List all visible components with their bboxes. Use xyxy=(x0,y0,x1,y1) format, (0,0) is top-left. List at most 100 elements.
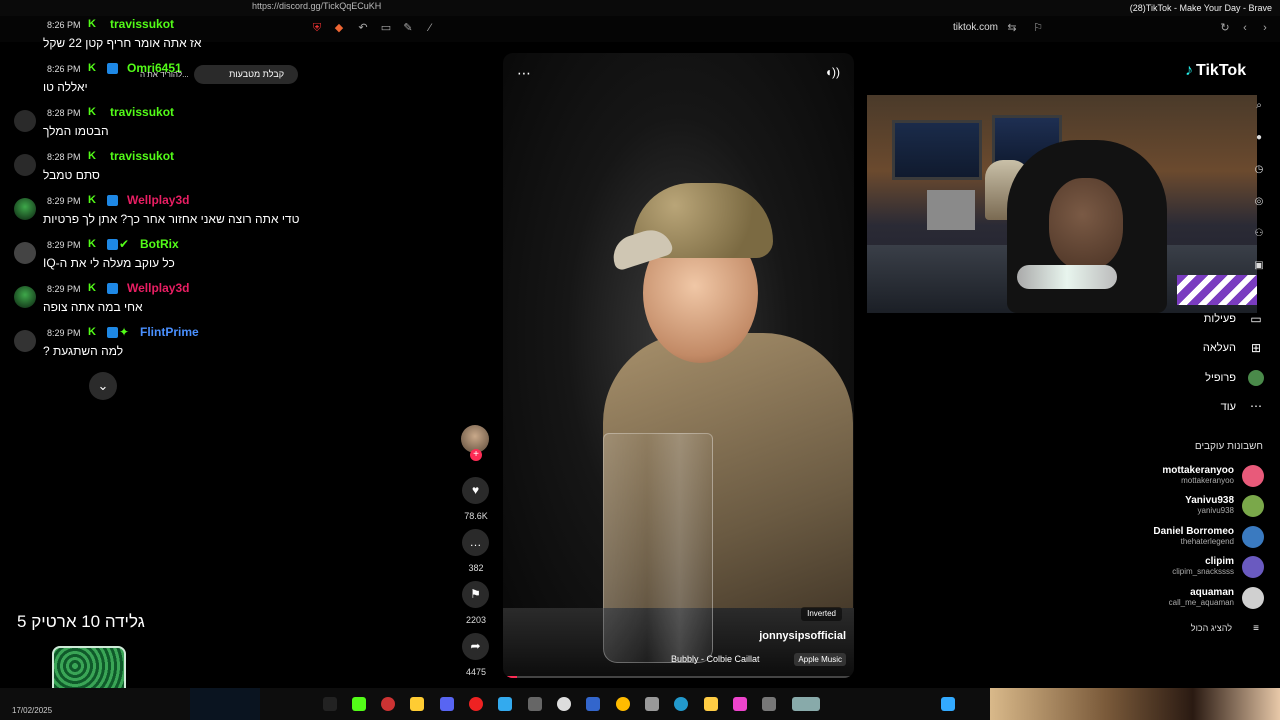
nav-profile[interactable]: פרופיל xyxy=(1205,372,1236,384)
windows-start-icon[interactable] xyxy=(941,697,955,711)
app-icon[interactable] xyxy=(792,697,820,711)
message-text: סתם טמבל xyxy=(43,168,100,182)
volume-icon[interactable]: ◖)) xyxy=(825,65,840,79)
obs-icon[interactable] xyxy=(381,697,395,711)
notification-sub: להוריד את ה... xyxy=(140,70,189,79)
message-text: הבטמו המלך xyxy=(43,124,109,138)
kick-icon: K xyxy=(88,150,96,162)
message-text: אז אתה אומר חריף קטן 22 שקל xyxy=(43,36,202,50)
kick-icon: K xyxy=(88,194,96,206)
scroll-down-button[interactable]: ⌄ xyxy=(89,372,117,400)
account-item[interactable]: mottakeranyoo mottakeranyoo xyxy=(1024,465,1264,493)
striped-cloth xyxy=(1177,275,1257,305)
discord-icon[interactable] xyxy=(440,697,454,711)
message-time: 8:26 PM xyxy=(47,64,81,74)
avatar xyxy=(1242,495,1264,517)
username[interactable]: travissukot xyxy=(110,149,174,163)
subscriber-badge-icon xyxy=(107,195,118,206)
tiktok-logo[interactable]: ♪ TikTok xyxy=(1185,62,1246,80)
kick-icon: K xyxy=(88,18,96,30)
list-icon[interactable]: ≡ xyxy=(1248,621,1264,637)
save-button[interactable]: ⚑ xyxy=(462,581,489,608)
show-all-link[interactable]: להציג הכול xyxy=(1191,623,1232,633)
username[interactable]: travissukot xyxy=(110,105,174,119)
account-item[interactable]: Daniel Borromeo thehaterlegend xyxy=(1024,526,1264,554)
like-count: 78.6K xyxy=(464,511,488,521)
video-username[interactable]: jonnysipsofficial xyxy=(759,630,846,642)
chatgpt-icon[interactable] xyxy=(557,697,571,711)
app-icon[interactable] xyxy=(586,697,600,711)
nav-more[interactable]: עוד xyxy=(1221,401,1236,413)
home-icon[interactable]: ● xyxy=(1252,132,1266,164)
top-url-fragment: https://discord.gg/TickQqECuKH xyxy=(252,1,382,11)
share-count: 4475 xyxy=(465,667,487,677)
app-icon[interactable] xyxy=(323,697,337,711)
account-handle: thehaterlegend xyxy=(1180,537,1234,546)
chat-message: 8:29 PM K ✔ BotRix כל עוקב מעלה לי את ה-… xyxy=(0,236,420,280)
notification-label: קבלת מטבעות xyxy=(229,69,284,79)
more-options-icon[interactable]: ⋯ xyxy=(517,65,531,82)
kick-app-icon[interactable] xyxy=(352,697,366,711)
username[interactable]: Wellplay3d xyxy=(127,281,189,295)
account-item[interactable]: aquaman call_me_aquaman xyxy=(1024,587,1264,615)
avatar xyxy=(14,286,36,308)
people-icon[interactable]: ⚇ xyxy=(1252,228,1266,260)
tune-icon[interactable]: ⇆ xyxy=(1005,21,1019,35)
cash-register xyxy=(927,190,975,230)
kick-icon: K xyxy=(88,106,96,118)
reload-icon[interactable]: ↻ xyxy=(1218,21,1232,35)
forward-icon[interactable]: › xyxy=(1258,21,1272,35)
music-title[interactable]: Bubbly - Colbie Caillat xyxy=(671,654,760,664)
username[interactable]: travissukot xyxy=(110,17,174,31)
apple-music-chip[interactable]: Apple Music xyxy=(794,653,846,666)
message-text: טדי אתה רוצה שאני אחזור אחר כך? אתן לך פ… xyxy=(43,212,300,226)
app-icon[interactable] xyxy=(498,697,512,711)
message-time: 8:29 PM xyxy=(47,328,81,338)
account-name: aquaman xyxy=(1190,587,1234,598)
webcam-overlay xyxy=(867,95,1257,313)
address-bar[interactable]: tiktok.com xyxy=(953,22,998,33)
window-title: (28)TikTok - Make Your Day - Brave xyxy=(1129,3,1272,13)
progress-fill xyxy=(503,676,518,678)
live-icon[interactable]: ▣ xyxy=(1252,260,1266,292)
app-icon[interactable] xyxy=(410,697,424,711)
like-button[interactable]: ♥ xyxy=(462,477,489,504)
app-icon[interactable] xyxy=(469,697,483,711)
account-item[interactable]: clipim clipim_snackssss xyxy=(1024,556,1264,584)
app-icon[interactable] xyxy=(645,697,659,711)
app-icon[interactable] xyxy=(733,697,747,711)
video-player[interactable]: ⋯ ◖)) Inverted jonnysipsofficial Bubbly … xyxy=(503,53,854,678)
search-icon[interactable]: ⌕ xyxy=(1252,100,1266,132)
effect-chip[interactable]: Inverted xyxy=(801,607,842,621)
edge-icon[interactable] xyxy=(674,697,688,711)
message-icon: ▭ xyxy=(1250,312,1262,326)
chat-message: 8:26 PM K travissukot אז אתה אומר חריף ק… xyxy=(0,16,420,60)
username[interactable]: Wellplay3d xyxy=(127,193,189,207)
progress-bar[interactable] xyxy=(503,676,854,678)
folder-icon[interactable] xyxy=(704,697,718,711)
follow-plus-icon[interactable]: + xyxy=(470,449,482,461)
kick-icon: K xyxy=(88,62,96,74)
app-icon[interactable] xyxy=(762,697,776,711)
window xyxy=(892,120,982,180)
compass-icon[interactable]: ◎ xyxy=(1252,196,1266,228)
username[interactable]: FlintPrime xyxy=(140,325,199,339)
back-icon[interactable]: ‹ xyxy=(1238,21,1252,35)
chrome-icon[interactable] xyxy=(616,697,630,711)
message-text: למה השתגעת ? xyxy=(43,344,124,358)
username[interactable]: BotRix xyxy=(140,237,179,251)
bookmark-icon[interactable]: ⚐ xyxy=(1031,21,1045,35)
timer-icon[interactable]: ◷ xyxy=(1252,164,1266,196)
account-item[interactable]: Yanivu938 yanivu938 xyxy=(1024,495,1264,523)
nav-activity[interactable]: פעילות xyxy=(1204,313,1236,325)
comment-button[interactable]: … xyxy=(462,529,489,556)
message-text: אחי במה אתה צופה xyxy=(43,300,143,314)
app-icon[interactable] xyxy=(528,697,542,711)
account-name: clipim xyxy=(1205,556,1234,567)
comment-count: 382 xyxy=(468,563,484,573)
nav-upload[interactable]: העלאה xyxy=(1203,342,1236,354)
avatar xyxy=(1242,465,1264,487)
glass xyxy=(603,433,713,663)
chat-message: 8:28 PM K travissukot הבטמו המלך xyxy=(0,104,420,148)
share-button[interactable]: ➦ xyxy=(462,633,489,660)
